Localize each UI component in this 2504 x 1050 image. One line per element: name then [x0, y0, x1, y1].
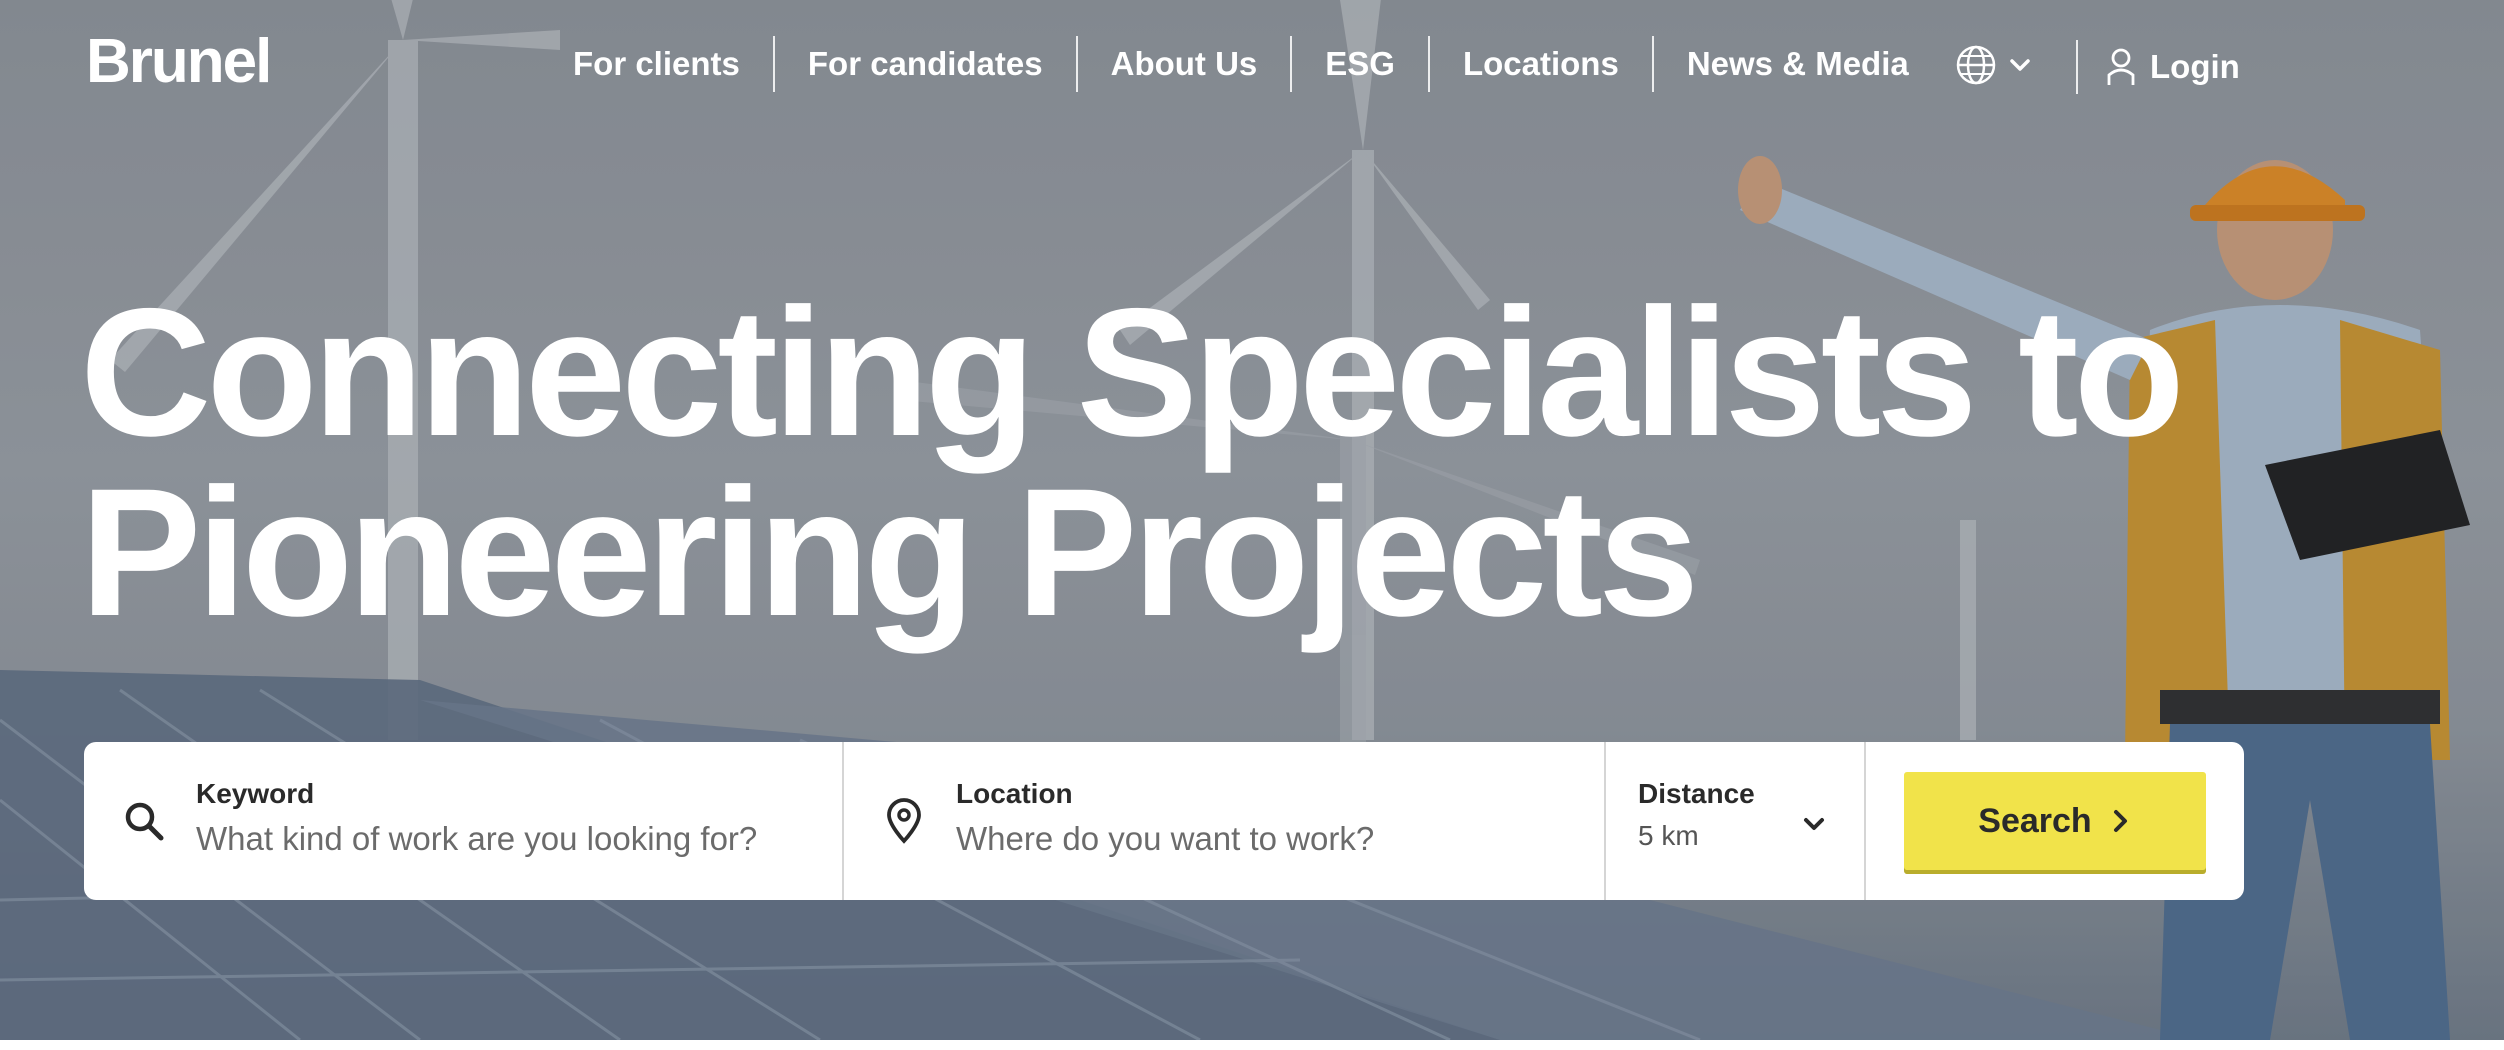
keyword-label: Keyword — [196, 778, 315, 809]
language-selector[interactable] — [1955, 40, 2033, 90]
chevron-right-icon — [2113, 810, 2127, 832]
hero-headline-line-2: Pioneering Projects — [80, 450, 1699, 654]
user-icon — [2107, 48, 2135, 85]
main-navigation: For clients For candidates About Us ESG … — [540, 36, 1942, 92]
chevron-down-icon — [1794, 804, 1834, 844]
chevron-down-icon — [2010, 59, 2030, 71]
hero-headline: Connecting Specialists to Pioneering Pro… — [80, 270, 2185, 654]
distance-value: 5 km — [1638, 820, 1699, 851]
keyword-input[interactable] — [196, 820, 796, 858]
map-pin-icon — [880, 797, 928, 845]
nav-item-about-us[interactable]: About Us — [1078, 36, 1293, 92]
header-divider — [2076, 40, 2078, 94]
hero-section: Brunel For clients For candidates About … — [0, 0, 2504, 1040]
keyword-field[interactable]: Keyword — [84, 742, 844, 900]
distance-select[interactable]: Distance 5 km — [1606, 742, 1866, 900]
globe-icon — [1956, 45, 1996, 85]
hero-headline-line-1: Connecting Specialists to — [80, 270, 2185, 474]
location-label: Location — [956, 778, 1073, 809]
nav-item-locations[interactable]: Locations — [1430, 36, 1654, 92]
nav-item-for-candidates[interactable]: For candidates — [775, 36, 1078, 92]
location-field[interactable]: Location — [844, 742, 1606, 900]
login-link[interactable]: Login — [2106, 40, 2240, 94]
nav-item-esg[interactable]: ESG — [1292, 36, 1430, 92]
search-button[interactable]: Search — [1904, 772, 2206, 870]
brunel-logo[interactable]: Brunel — [86, 26, 272, 97]
login-label: Login — [2150, 48, 2240, 85]
job-search-bar: Keyword Location Distance 5 km — [84, 742, 2244, 900]
nav-item-for-clients[interactable]: For clients — [540, 36, 775, 92]
page-bottom-edge — [0, 1040, 2504, 1050]
distance-label: Distance — [1638, 778, 1755, 809]
search-button-container: Search — [1866, 742, 2244, 900]
location-input[interactable] — [956, 820, 1556, 858]
search-icon — [120, 797, 168, 845]
nav-item-news-media[interactable]: News & Media — [1654, 36, 1942, 92]
search-button-label: Search — [1978, 801, 2092, 840]
